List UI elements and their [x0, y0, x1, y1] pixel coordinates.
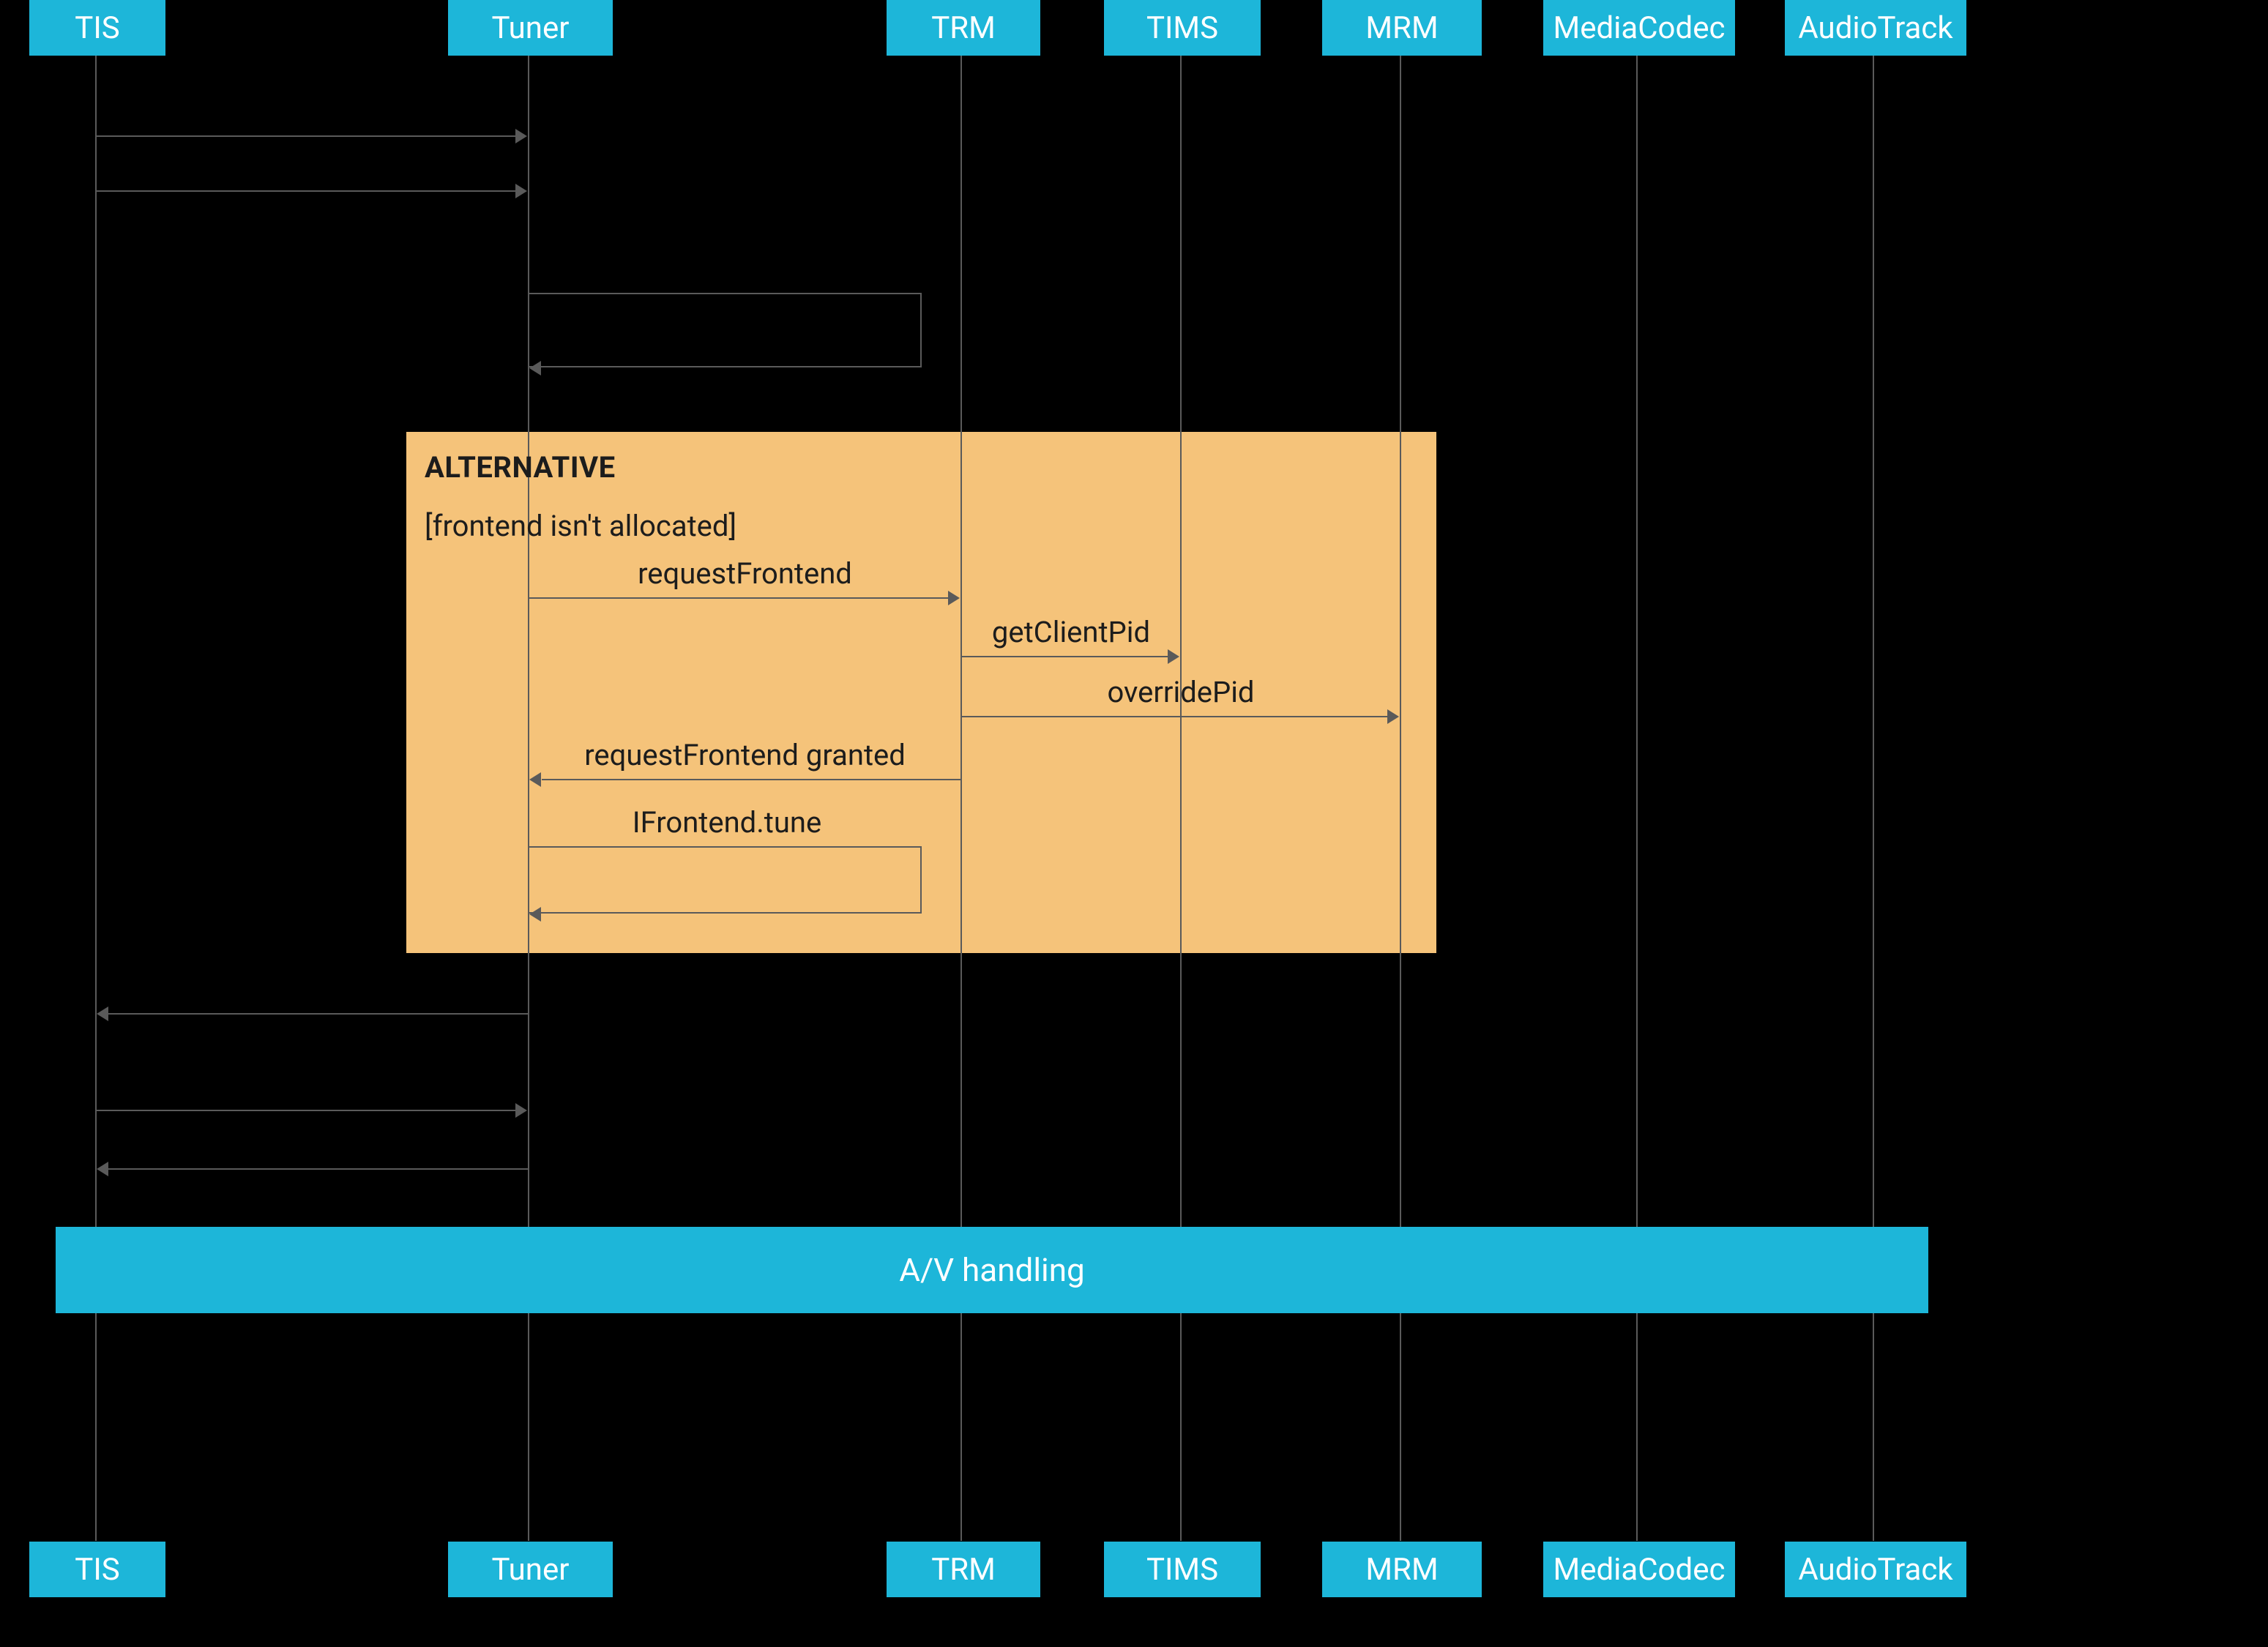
lifeline-mrm-alt: [1400, 432, 1401, 953]
arrow-m4: [529, 597, 948, 599]
arrow-m6: [962, 716, 1387, 717]
actor-audiotrack-top: AudioTrack: [1785, 0, 1966, 56]
actor-label: TRM: [931, 10, 996, 46]
actor-tis-top: TIS: [29, 0, 165, 56]
label-m4: requestFrontend: [529, 556, 960, 591]
actor-label: Tuner: [492, 1552, 570, 1588]
actor-label: MRM: [1365, 10, 1438, 46]
lifeline-audiotrack: [1873, 55, 1874, 1541]
actor-label: AudioTrack: [1798, 1552, 1952, 1588]
actor-label: TIMS: [1146, 1552, 1218, 1588]
actor-label: TIMS: [1146, 10, 1218, 46]
actor-tims-bottom: TIMS: [1104, 1542, 1261, 1597]
actor-mrm-top: MRM: [1322, 0, 1482, 56]
alt-condition: [frontend isn't allocated]: [425, 509, 736, 543]
actor-label: MediaCodec: [1553, 1552, 1726, 1588]
banner-label: A/V handling: [899, 1251, 1084, 1289]
actor-label: MRM: [1365, 1552, 1438, 1588]
selfcall-m3: [529, 293, 922, 367]
actor-trm-top: TRM: [887, 0, 1040, 56]
actor-label: MediaCodec: [1553, 10, 1726, 46]
arrow-m11: [108, 1168, 529, 1170]
arrow-m1: [97, 135, 515, 137]
actor-label: TIS: [75, 10, 119, 46]
arrowhead-m10: [515, 1103, 527, 1118]
actor-tuner-bottom: Tuner: [448, 1542, 613, 1597]
actor-audiotrack-bottom: AudioTrack: [1785, 1542, 1966, 1597]
actor-tims-top: TIMS: [1104, 0, 1261, 56]
lifeline-mediacodec: [1636, 55, 1638, 1541]
label-m6: overridePid: [962, 675, 1400, 709]
arrowhead-m11: [97, 1162, 108, 1176]
alt-title: ALTERNATIVE: [425, 450, 616, 485]
arrow-m2: [97, 190, 515, 192]
arrow-m5: [962, 656, 1168, 657]
actor-label: TIS: [75, 1552, 119, 1588]
arrowhead-m7: [529, 772, 541, 787]
label-m8: IFrontend.tune: [529, 805, 925, 840]
actor-label: Tuner: [492, 10, 570, 46]
av-handling-banner: A/V handling: [56, 1227, 1928, 1313]
arrowhead-m6: [1387, 709, 1399, 724]
arrowhead-m4: [948, 591, 960, 605]
arrowhead-m2: [515, 184, 527, 198]
lifeline-tis: [95, 55, 97, 1541]
actor-tis-bottom: TIS: [29, 1542, 165, 1597]
actor-mediacodec-top: MediaCodec: [1543, 0, 1735, 56]
selfcall-m8: [529, 846, 922, 914]
actor-mediacodec-bottom: MediaCodec: [1543, 1542, 1735, 1597]
arrowhead-m8: [529, 907, 541, 922]
label-m7: requestFrontend granted: [529, 738, 960, 772]
sequence-diagram: ALTERNATIVE [frontend isn't allocated] r…: [0, 0, 2268, 1647]
arrowhead-m3: [529, 361, 541, 376]
actor-trm-bottom: TRM: [887, 1542, 1040, 1597]
arrowhead-m9: [97, 1006, 108, 1021]
arrow-m7: [542, 779, 962, 780]
actor-mrm-bottom: MRM: [1322, 1542, 1482, 1597]
actor-label: TRM: [931, 1552, 996, 1588]
arrowhead-m1: [515, 129, 527, 143]
actor-label: AudioTrack: [1798, 10, 1952, 46]
actor-tuner-top: Tuner: [448, 0, 613, 56]
arrowhead-m5: [1168, 649, 1179, 664]
arrow-m10: [97, 1110, 515, 1111]
label-m5: getClientPid: [962, 615, 1180, 649]
arrow-m9: [108, 1013, 529, 1015]
